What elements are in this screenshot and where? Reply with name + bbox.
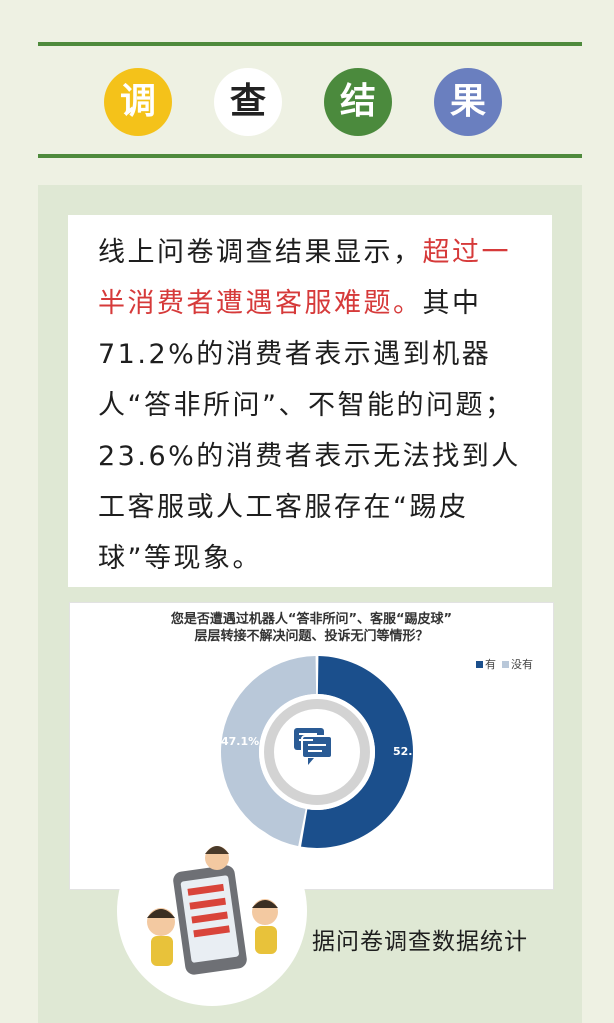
slice-label-yes: 52.9% <box>393 745 431 758</box>
caption-source: 据问卷调查数据统计 <box>312 929 528 955</box>
title-char-2: 查 <box>214 68 282 136</box>
article-card: 线上问卷调查结果显示，超过一半消费者遭遇客服难题。其中71.2%的消费者表示遇到… <box>68 215 552 587</box>
title-char-1: 调 <box>104 68 172 136</box>
header-divider-bottom <box>38 154 582 158</box>
title-char-3: 结 <box>324 68 392 136</box>
article-paragraph: 线上问卷调查结果显示，超过一半消费者遭遇客服难题。其中71.2%的消费者表示遇到… <box>98 227 538 584</box>
header-divider-top <box>38 42 582 46</box>
slice-label-no: 47.1% <box>221 735 259 748</box>
cartoon-illustration <box>117 816 307 1006</box>
article-intro: 线上问卷调查结果显示， <box>98 237 423 268</box>
section-title: 调 查 结 果 <box>0 68 614 136</box>
article-body: 其中71.2%的消费者表示遇到机器人“答非所问”、不智能的问题；23.6%的消费… <box>98 288 521 574</box>
title-char-4: 果 <box>434 68 502 136</box>
phone-cartoon-icon <box>147 846 278 975</box>
